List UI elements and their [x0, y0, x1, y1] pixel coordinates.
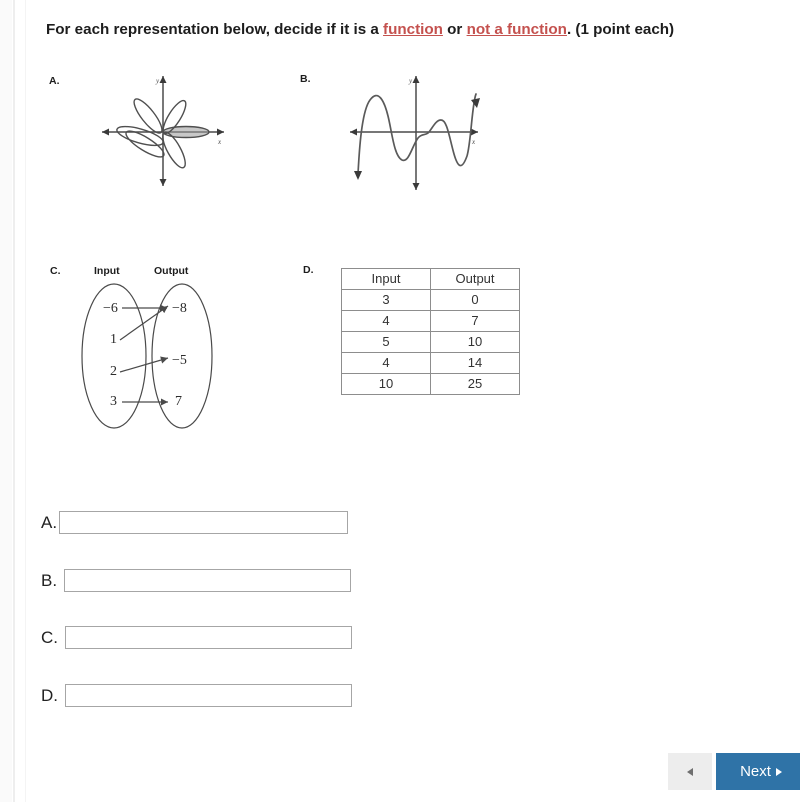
prompt-conjunction: or	[442, 21, 467, 38]
table-header-row: Input Output	[341, 268, 520, 290]
mapping-input-4: 3	[110, 394, 117, 409]
answer-input-a[interactable]	[59, 511, 349, 534]
chevron-left-icon	[687, 767, 693, 776]
mapping-output-2: −5	[172, 353, 187, 368]
table-row: 4 7	[341, 310, 520, 332]
answer-input-b[interactable]	[64, 569, 352, 592]
table-row: 10 25	[341, 373, 520, 395]
graph-b-y-axis-label: y	[408, 77, 413, 85]
mapping-svg: −6 1 2 3 −8 −5 7	[81, 283, 213, 429]
answer-row-a: A.	[41, 511, 349, 534]
graph-b-x-axis-label: x	[471, 138, 476, 146]
graph-b-wavy-curve: y x	[338, 70, 488, 195]
table-row: 4 14	[341, 352, 520, 374]
table-cell-output: 7	[430, 310, 520, 332]
next-button[interactable]: Next	[716, 753, 800, 790]
chevron-right-icon	[775, 767, 782, 776]
item-label-a: A.	[49, 75, 60, 87]
graph-a-rose-curve: y x	[88, 70, 238, 190]
mapping-input-3: 2	[110, 364, 117, 379]
table-cell-output: 0	[430, 289, 520, 311]
table-cell-output: 25	[430, 373, 520, 395]
previous-button[interactable]	[668, 753, 712, 790]
graph-a-y-axis-label: y	[155, 77, 160, 85]
table-cell-input: 3	[341, 289, 431, 311]
table-d: Input Output 3 0 4 7 5 10 4 14 10 25	[341, 268, 520, 395]
table-header-input: Input	[341, 268, 431, 290]
table-cell-input: 4	[341, 352, 431, 374]
page-title: For each representation below, decide if…	[46, 20, 786, 40]
left-gutter-strip	[0, 0, 12, 802]
item-label-d: D.	[303, 264, 314, 276]
mapping-arrow-3	[119, 356, 169, 373]
left-rail-divider	[13, 0, 15, 802]
answer-input-c[interactable]	[65, 626, 352, 649]
prompt-lead: For each representation below, decide if…	[46, 21, 384, 38]
answer-label-a: A.	[41, 512, 58, 532]
mapping-input-1: −6	[103, 301, 118, 316]
next-button-label: Next	[740, 763, 771, 780]
answer-row-c: C.	[41, 626, 352, 649]
table-cell-input: 4	[341, 310, 431, 332]
answer-label-d: D.	[41, 685, 58, 705]
table-row: 5 10	[341, 331, 520, 353]
table-row: 3 0	[341, 289, 520, 311]
prompt-tail: . (1 point each)	[566, 21, 675, 38]
answer-row-b: B.	[41, 569, 352, 592]
mapping-output-3: 7	[175, 394, 182, 409]
mapping-input-header: Input	[94, 265, 120, 277]
content-edge-divider	[25, 0, 26, 802]
table-cell-output: 10	[430, 331, 520, 353]
answer-input-d[interactable]	[65, 684, 352, 707]
answer-row-d: D.	[41, 684, 352, 707]
table-cell-output: 14	[430, 352, 520, 374]
item-label-b: B.	[300, 73, 311, 85]
mapping-diagram-c: Input Output −6 1 2 3 −8 −5 7	[72, 262, 232, 432]
item-label-c: C.	[50, 265, 61, 277]
table-header-output: Output	[430, 268, 520, 290]
answer-label-c: C.	[41, 627, 58, 647]
link-not-a-function[interactable]: not a function	[467, 21, 567, 38]
graph-a-x-axis-label: x	[217, 138, 222, 146]
answer-label-b: B.	[41, 570, 58, 590]
link-function[interactable]: function	[383, 21, 443, 38]
mapping-arrow-2	[119, 305, 169, 341]
table-cell-input: 10	[341, 373, 431, 395]
mapping-input-2: 1	[110, 332, 117, 347]
table-cell-input: 5	[341, 331, 431, 353]
mapping-output-header: Output	[154, 265, 189, 277]
mapping-output-1: −8	[172, 301, 187, 316]
